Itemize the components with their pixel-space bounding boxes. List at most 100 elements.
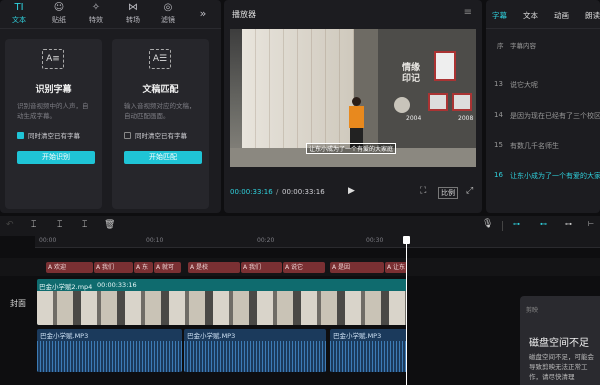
sign-text: 情缘印记 — [402, 63, 421, 84]
play-icon[interactable]: ▶ — [348, 186, 355, 196]
caption-row[interactable]: 是因为现在已经有了三个校区 — [510, 111, 600, 121]
tab-caption[interactable]: 字幕 — [492, 10, 507, 21]
undo-icon[interactable]: ↶ — [6, 220, 14, 230]
timeline-toolbar: ↶ ⌶ ⌶ ⌶ 🗑 🎙 ⊶ ⊷ ⊶ ⊢ — [0, 216, 600, 236]
sticker-tab-label: 贴纸 — [52, 15, 66, 24]
video-clip-duration: 00:00:33:16 — [97, 281, 137, 289]
auto-caption-desc: 识别音视频中的人声，自动生成字幕。 — [17, 102, 89, 120]
photo-frame — [428, 93, 448, 111]
start-match-button[interactable]: 开始匹配 — [124, 151, 202, 164]
caption-icon: A≡ — [42, 49, 64, 69]
player-title: 播放器 — [232, 10, 256, 19]
audio-clip[interactable]: 巴金小学赋.MP3 — [184, 329, 326, 372]
checkbox-checked-icon — [17, 131, 24, 139]
ratio-button[interactable]: 比例 — [438, 187, 458, 199]
audio-clip[interactable]: 巴金小学赋.MP3 — [330, 329, 407, 372]
row-number: 15 — [494, 141, 503, 149]
video-preview[interactable]: 情缘印记 2004 2008 让东小成为了一个有爱的大家庭 — [230, 29, 476, 167]
document-icon: A☰ — [149, 49, 171, 69]
audio-waveform — [37, 341, 182, 372]
materials-panel: TI 文本 ☺ 贴纸 ✧ 特效 ⋈ 转场 ◎ 滤镜 » A≡ 识别字幕 识别音视频中的人声… — [0, 0, 221, 213]
split-left-icon[interactable]: ⌶ — [57, 220, 62, 230]
auto-caption-card: A≡ 识别字幕 识别音视频中的人声，自动生成字幕。 同时清空已有字幕 开始识别 — [5, 39, 102, 209]
tab-text[interactable]: 文本 — [523, 10, 538, 21]
student-head — [352, 97, 361, 106]
audio-waveform — [330, 341, 407, 372]
warning-title: 磁盘空间不足 — [529, 338, 589, 349]
text-icon: TI — [14, 1, 24, 13]
audio-clip-name: 巴金小学赋.MP3 — [333, 332, 382, 340]
video-clip[interactable]: 巴金小学赋2.mp4 00:00:33:16 — [37, 279, 407, 325]
subtitle-clip[interactable]: A 就可 — [154, 262, 181, 273]
clear-captions-checkbox-2[interactable]: 同时清空已有字幕 — [124, 130, 187, 140]
emblem — [394, 97, 410, 113]
photo-frame — [434, 51, 456, 81]
clear-captions-label-2: 同时清空已有字幕 — [135, 132, 187, 140]
row-number-active: 16 — [494, 171, 503, 179]
warning-header: 剪映 — [526, 307, 539, 314]
subtitle-clip[interactable]: A 是因 — [330, 262, 384, 273]
caption-row[interactable]: 有数几千名师生 — [510, 141, 559, 151]
effects-tab[interactable]: ✧ 特效 — [81, 0, 111, 27]
toolbar-divider — [0, 28, 221, 29]
column-content: 字幕内容 — [510, 42, 536, 50]
microphone-icon[interactable]: 🎙 — [482, 219, 493, 229]
video-clip-name: 巴金小学赋2.mp4 — [39, 283, 93, 291]
subtitle-clip[interactable]: A 我们 — [241, 262, 282, 273]
transition-tab[interactable]: ⋈ 转场 — [118, 0, 148, 27]
caption-row-active[interactable]: 让东小成为了一个有爱的大家庭 — [510, 171, 600, 181]
transition-tab-label: 转场 — [126, 15, 140, 24]
tab-animation[interactable]: 动画 — [554, 10, 569, 21]
subtitle-clip[interactable]: A 欢迎 — [46, 262, 93, 273]
main-track-magnet-icon[interactable]: ⊶ — [513, 220, 520, 228]
toolbar-divider — [502, 221, 503, 231]
tick-label: 00:30 — [366, 237, 384, 244]
subtitle-clip[interactable]: A 让东 — [385, 262, 407, 273]
cover-label[interactable]: 封面 — [10, 298, 26, 309]
sticker-icon: ☺ — [53, 1, 65, 13]
more-tabs-icon[interactable]: » — [193, 0, 213, 27]
text-tab[interactable]: TI 文本 — [4, 0, 34, 27]
caption-row[interactable]: 说它大呢 — [510, 80, 538, 90]
playhead[interactable] — [403, 236, 410, 385]
column-index: 序 — [497, 42, 504, 50]
timeline-ruler[interactable]: 00:00 00:10 00:20 00:30 — [35, 236, 600, 248]
filter-tab[interactable]: ◎ 滤镜 — [153, 0, 183, 27]
subtitle-clip[interactable]: A 我们 — [94, 262, 133, 273]
menu-icon[interactable]: ≡ — [464, 7, 472, 18]
subtitle-clip[interactable]: A 东 — [134, 262, 153, 273]
subtitle-overlay[interactable]: 让东小成为了一个有爱的大家庭 — [306, 143, 397, 154]
audio-clip-name: 巴金小学赋.MP3 — [187, 332, 236, 340]
playhead-handle[interactable] — [403, 236, 410, 244]
warning-body: 磁盘空间不足，可能会导致剪映无法正常工作，请尽快清理 — [529, 353, 594, 381]
script-match-card: A☰ 文稿匹配 输入音视频对应的文稿，自动匹配画面。 同时清空已有字幕 开始匹配 — [112, 39, 209, 209]
clear-captions-checkbox[interactable]: 同时清空已有字幕 — [17, 130, 80, 140]
split-right-icon[interactable]: ⌶ — [82, 220, 87, 230]
tab-read-aloud[interactable]: 朗读 — [585, 10, 600, 21]
effects-tab-label: 特效 — [89, 15, 103, 24]
script-match-desc: 输入音视频对应的文稿，自动匹配画面。 — [124, 102, 196, 120]
auto-snap-icon[interactable]: ⊷ — [540, 220, 547, 228]
fit-screen-icon[interactable]: ⛶ — [420, 186, 426, 196]
time-separator: / — [276, 188, 279, 196]
student-vest — [349, 106, 364, 128]
linkage-icon[interactable]: ⊶ — [565, 220, 572, 228]
delete-icon[interactable]: 🗑 — [104, 220, 115, 230]
sticker-tab[interactable]: ☺ 贴纸 — [44, 0, 74, 27]
tick-label: 00:00 — [39, 237, 57, 244]
split-icon[interactable]: ⌶ — [31, 220, 36, 230]
audio-clip[interactable]: 巴金小学赋.MP3 — [37, 329, 182, 372]
player-panel: 播放器 ≡ 情缘印记 2004 2008 让东小成为了一个有爱的大家庭 00:0… — [224, 0, 482, 213]
current-time: 00:00:33:16 — [230, 188, 273, 196]
transition-icon: ⋈ — [128, 1, 138, 13]
fullscreen-icon[interactable]: ⤢ — [466, 186, 473, 196]
audio-waveform — [184, 341, 326, 372]
preview-axis-icon[interactable]: ⊢ — [588, 220, 594, 228]
subtitle-clip[interactable]: A 是校 — [188, 262, 240, 273]
video-thumbnails — [37, 291, 407, 325]
start-recognition-button[interactable]: 开始识别 — [17, 151, 95, 164]
tick-label: 00:20 — [257, 237, 275, 244]
row-number: 13 — [494, 80, 503, 88]
subtitle-clip[interactable]: A 说它 — [283, 262, 325, 273]
clear-captions-label: 同时清空已有字幕 — [28, 132, 80, 140]
